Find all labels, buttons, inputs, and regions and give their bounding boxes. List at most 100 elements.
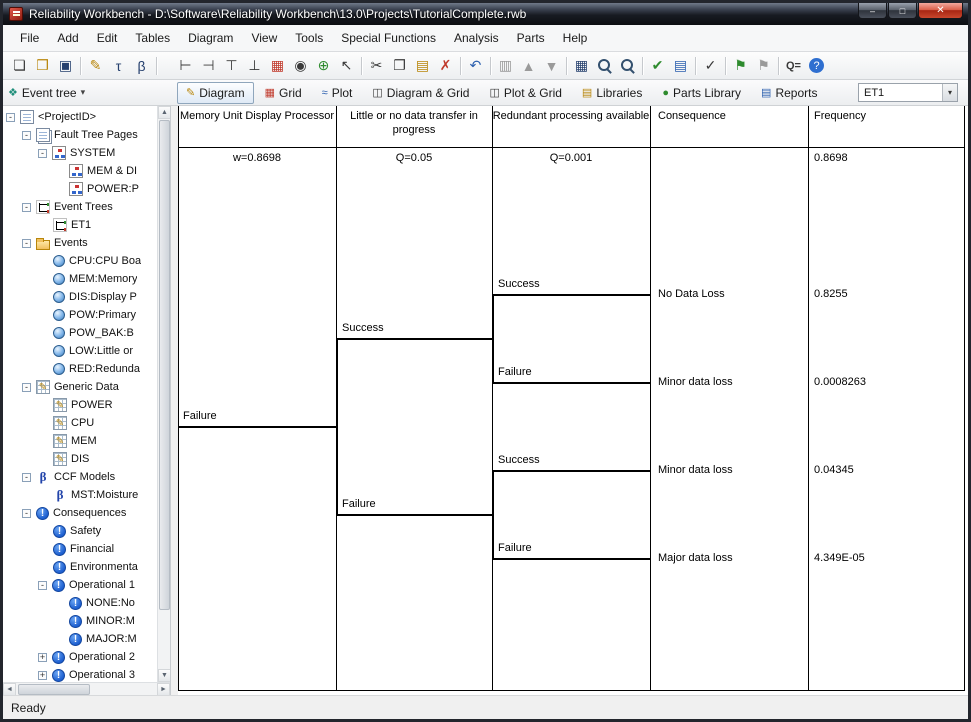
- save-icon[interactable]: ▣: [54, 55, 77, 77]
- tree-item-pow-bak[interactable]: POW_BAK:B: [3, 324, 157, 342]
- delete-icon[interactable]: ✗: [434, 55, 457, 77]
- transfer-grid-icon[interactable]: ▦: [266, 55, 289, 77]
- tree-item-system[interactable]: -SYSTEM: [3, 144, 157, 162]
- tree-expander[interactable]: -: [38, 149, 47, 158]
- tree-item-operational-2[interactable]: +!Operational 2: [3, 648, 157, 666]
- menu-item-view[interactable]: View: [242, 27, 286, 49]
- menu-item-tools[interactable]: Tools: [286, 27, 332, 49]
- copy-icon[interactable]: ❐: [388, 55, 411, 77]
- move-down-icon[interactable]: ▼: [540, 55, 563, 77]
- spell-check-icon[interactable]: ✓: [699, 55, 722, 77]
- scroll-right-icon[interactable]: ►: [157, 683, 170, 695]
- menu-item-analysis[interactable]: Analysis: [445, 27, 508, 49]
- tree-item-ccf-models[interactable]: -βCCF Models: [3, 468, 157, 486]
- tree-item-mem[interactable]: MEM:Memory: [3, 270, 157, 288]
- tab-parts-library[interactable]: ● Parts Library: [653, 82, 750, 104]
- table-icon[interactable]: ▦: [570, 55, 593, 77]
- tree-expander[interactable]: -: [6, 113, 15, 122]
- report-page-icon[interactable]: ▤: [669, 55, 692, 77]
- new-file-icon[interactable]: ❏: [8, 55, 31, 77]
- menu-item-edit[interactable]: Edit: [88, 27, 127, 49]
- tree-item-mem-di[interactable]: MEM & DI: [3, 162, 157, 180]
- tree-item-major[interactable]: !MAJOR:M: [3, 630, 157, 648]
- add-branch-right-icon[interactable]: ⊣: [197, 55, 220, 77]
- tree-item-environmental[interactable]: !Environmenta: [3, 558, 157, 576]
- branch-line-success[interactable]: [336, 338, 493, 340]
- paste-special-icon[interactable]: ▥: [494, 55, 517, 77]
- tree-expander[interactable]: -: [22, 383, 31, 392]
- branch-line-root[interactable]: [178, 426, 336, 428]
- tree-item-gd-mem[interactable]: ✎MEM: [3, 432, 157, 450]
- find-icon[interactable]: [593, 55, 616, 77]
- panel-splitter[interactable]: [171, 106, 178, 695]
- tab-plot-and-grid[interactable]: ◫ Plot & Grid: [480, 82, 570, 104]
- undo-icon[interactable]: ↶: [464, 55, 487, 77]
- tab-libraries[interactable]: ▤ Libraries: [573, 82, 651, 104]
- tree-expander[interactable]: -: [22, 239, 31, 248]
- menu-item-file[interactable]: File: [11, 27, 48, 49]
- pin-gray-icon[interactable]: ⚑: [752, 55, 775, 77]
- menu-item-add[interactable]: Add: [48, 27, 87, 49]
- tree-item-dis[interactable]: DIS:Display P: [3, 288, 157, 306]
- help-icon[interactable]: ?: [805, 55, 828, 77]
- edit-pencil-icon[interactable]: ✎: [84, 55, 107, 77]
- horizontal-scroll-thumb[interactable]: [18, 684, 90, 695]
- beta-icon[interactable]: β: [130, 55, 153, 77]
- paste-icon[interactable]: ▤: [411, 55, 434, 77]
- tree-item-event-trees[interactable]: -Event Trees: [3, 198, 157, 216]
- tree-expander[interactable]: -: [22, 509, 31, 518]
- event-tree-diagram[interactable]: Memory Unit Display Processor Little or …: [178, 106, 968, 695]
- tree-item-financial[interactable]: !Financial: [3, 540, 157, 558]
- add-branch-bottom-icon[interactable]: ⊥: [243, 55, 266, 77]
- tab-grid[interactable]: ▦ Grid: [256, 82, 311, 104]
- tree-item-red[interactable]: RED:Redunda: [3, 360, 157, 378]
- cut-icon[interactable]: ✂: [365, 55, 388, 77]
- titlebar[interactable]: Reliability Workbench - D:\Software\Reli…: [3, 3, 968, 25]
- tab-reports[interactable]: ▤ Reports: [752, 82, 826, 104]
- minimize-button[interactable]: –: [858, 3, 887, 19]
- tree-item-operational-3[interactable]: +!Operational 3: [3, 666, 157, 682]
- close-button[interactable]: ✕: [918, 3, 963, 19]
- tree-vertical-scrollbar[interactable]: ▲ ▼: [157, 106, 170, 682]
- tree-expander[interactable]: +: [38, 653, 47, 662]
- tree-item-cpu[interactable]: CPU:CPU Boa: [3, 252, 157, 270]
- tree-item-operational-1[interactable]: -!Operational 1: [3, 576, 157, 594]
- scroll-down-icon[interactable]: ▼: [158, 669, 171, 682]
- vertical-scroll-thumb[interactable]: [159, 120, 170, 610]
- branch-line-failure[interactable]: [492, 382, 651, 384]
- tree-item-project[interactable]: -<ProjectID>: [3, 108, 157, 126]
- tree-item-et1[interactable]: ET1: [3, 216, 157, 234]
- tree-item-fault-tree-pages[interactable]: -Fault Tree Pages: [3, 126, 157, 144]
- tree-item-gd-power[interactable]: ✎POWER: [3, 396, 157, 414]
- tree-expander[interactable]: -: [38, 581, 47, 590]
- chevron-down-icon[interactable]: ▾: [942, 84, 957, 101]
- tree-expander[interactable]: -: [22, 131, 31, 140]
- verify-icon[interactable]: ✔: [646, 55, 669, 77]
- tree-item-pow[interactable]: POW:Primary: [3, 306, 157, 324]
- branch-line-success[interactable]: [492, 294, 651, 296]
- menu-item-tables[interactable]: Tables: [126, 27, 179, 49]
- tab-diagram-and-grid[interactable]: ◫ Diagram & Grid: [363, 82, 478, 104]
- menu-item-parts[interactable]: Parts: [508, 27, 554, 49]
- scroll-up-icon[interactable]: ▲: [158, 106, 171, 119]
- branch-line-failure[interactable]: [336, 514, 493, 516]
- tree-item-consequences[interactable]: -!Consequences: [3, 504, 157, 522]
- tab-diagram[interactable]: ✎ Diagram: [177, 82, 254, 104]
- open-folder-icon[interactable]: ❒: [31, 55, 54, 77]
- tree-item-mst[interactable]: βMST:Moisture: [3, 486, 157, 504]
- maximize-button[interactable]: □: [888, 3, 917, 19]
- menu-item-special-functions[interactable]: Special Functions: [332, 27, 445, 49]
- menu-item-diagram[interactable]: Diagram: [179, 27, 242, 49]
- globe-icon[interactable]: ⊕: [312, 55, 335, 77]
- menu-item-help[interactable]: Help: [554, 27, 597, 49]
- move-up-icon[interactable]: ▲: [517, 55, 540, 77]
- tau-icon[interactable]: τ: [107, 55, 130, 77]
- scroll-left-icon[interactable]: ◄: [3, 683, 16, 695]
- tree-item-minor[interactable]: !MINOR:M: [3, 612, 157, 630]
- tree-item-safety[interactable]: !Safety: [3, 522, 157, 540]
- tree-item-low[interactable]: LOW:Little or: [3, 342, 157, 360]
- tree-expander[interactable]: -: [22, 203, 31, 212]
- add-branch-left-icon[interactable]: ⊢: [174, 55, 197, 77]
- pointer-icon[interactable]: ↖: [335, 55, 358, 77]
- branch-line-success[interactable]: [492, 470, 651, 472]
